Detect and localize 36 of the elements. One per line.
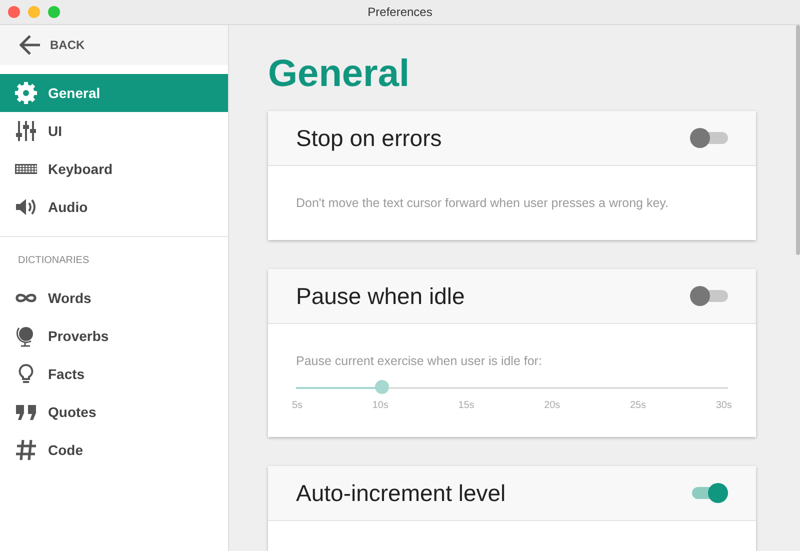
sidebar-item[interactable]: Words — [0, 279, 228, 317]
sidebar-item[interactable]: Proverbs — [0, 317, 228, 355]
setting-description: Pause current exercise when user is idle for: — [296, 354, 543, 368]
hash-icon — [14, 438, 38, 462]
sliders-icon — [14, 119, 38, 143]
scrollbar[interactable] — [796, 25, 800, 255]
minimize-button[interactable] — [28, 6, 40, 18]
sidebar-item[interactable]: UI — [0, 112, 228, 150]
sidebar-item[interactable]: Audio — [0, 188, 228, 226]
tick-label: 10s — [372, 400, 388, 411]
close-button[interactable] — [8, 6, 20, 18]
setting-title: Auto-increment level — [296, 480, 506, 506]
sidebar-item[interactable]: Code — [0, 431, 228, 469]
sidebar-item[interactable]: Keyboard — [0, 150, 228, 188]
sidebar-item[interactable]: Facts — [0, 355, 228, 393]
toggle-switch[interactable] — [690, 286, 728, 306]
back-button[interactable]: BACK — [0, 25, 228, 65]
gear-icon — [14, 81, 38, 105]
idle-time-slider[interactable] — [296, 380, 728, 396]
setting-title: Pause when idle — [296, 282, 465, 310]
section-label: DICTIONARIES — [17, 254, 90, 268]
sidebar-item[interactable]: Quotes — [0, 393, 228, 431]
setting-title: Stop on errors — [296, 124, 442, 152]
zoom-button[interactable] — [48, 6, 60, 18]
toggle-switch[interactable] — [690, 483, 728, 503]
page-heading: General — [268, 53, 411, 96]
tick-label: 20s — [544, 400, 560, 411]
tick-label: 15s — [458, 400, 474, 411]
back-arrow-icon — [18, 33, 42, 57]
tick-label: 5s — [292, 400, 303, 411]
setting-description: Don't move the text cursor forward when user presses a wrong key. — [295, 195, 670, 212]
toggle-switch[interactable] — [690, 128, 728, 148]
tick-label: 25s — [630, 400, 646, 411]
window-title: Preferences — [368, 5, 432, 19]
tick-label: 30s — [716, 400, 732, 411]
sidebar-item[interactable]: General — [0, 74, 228, 112]
